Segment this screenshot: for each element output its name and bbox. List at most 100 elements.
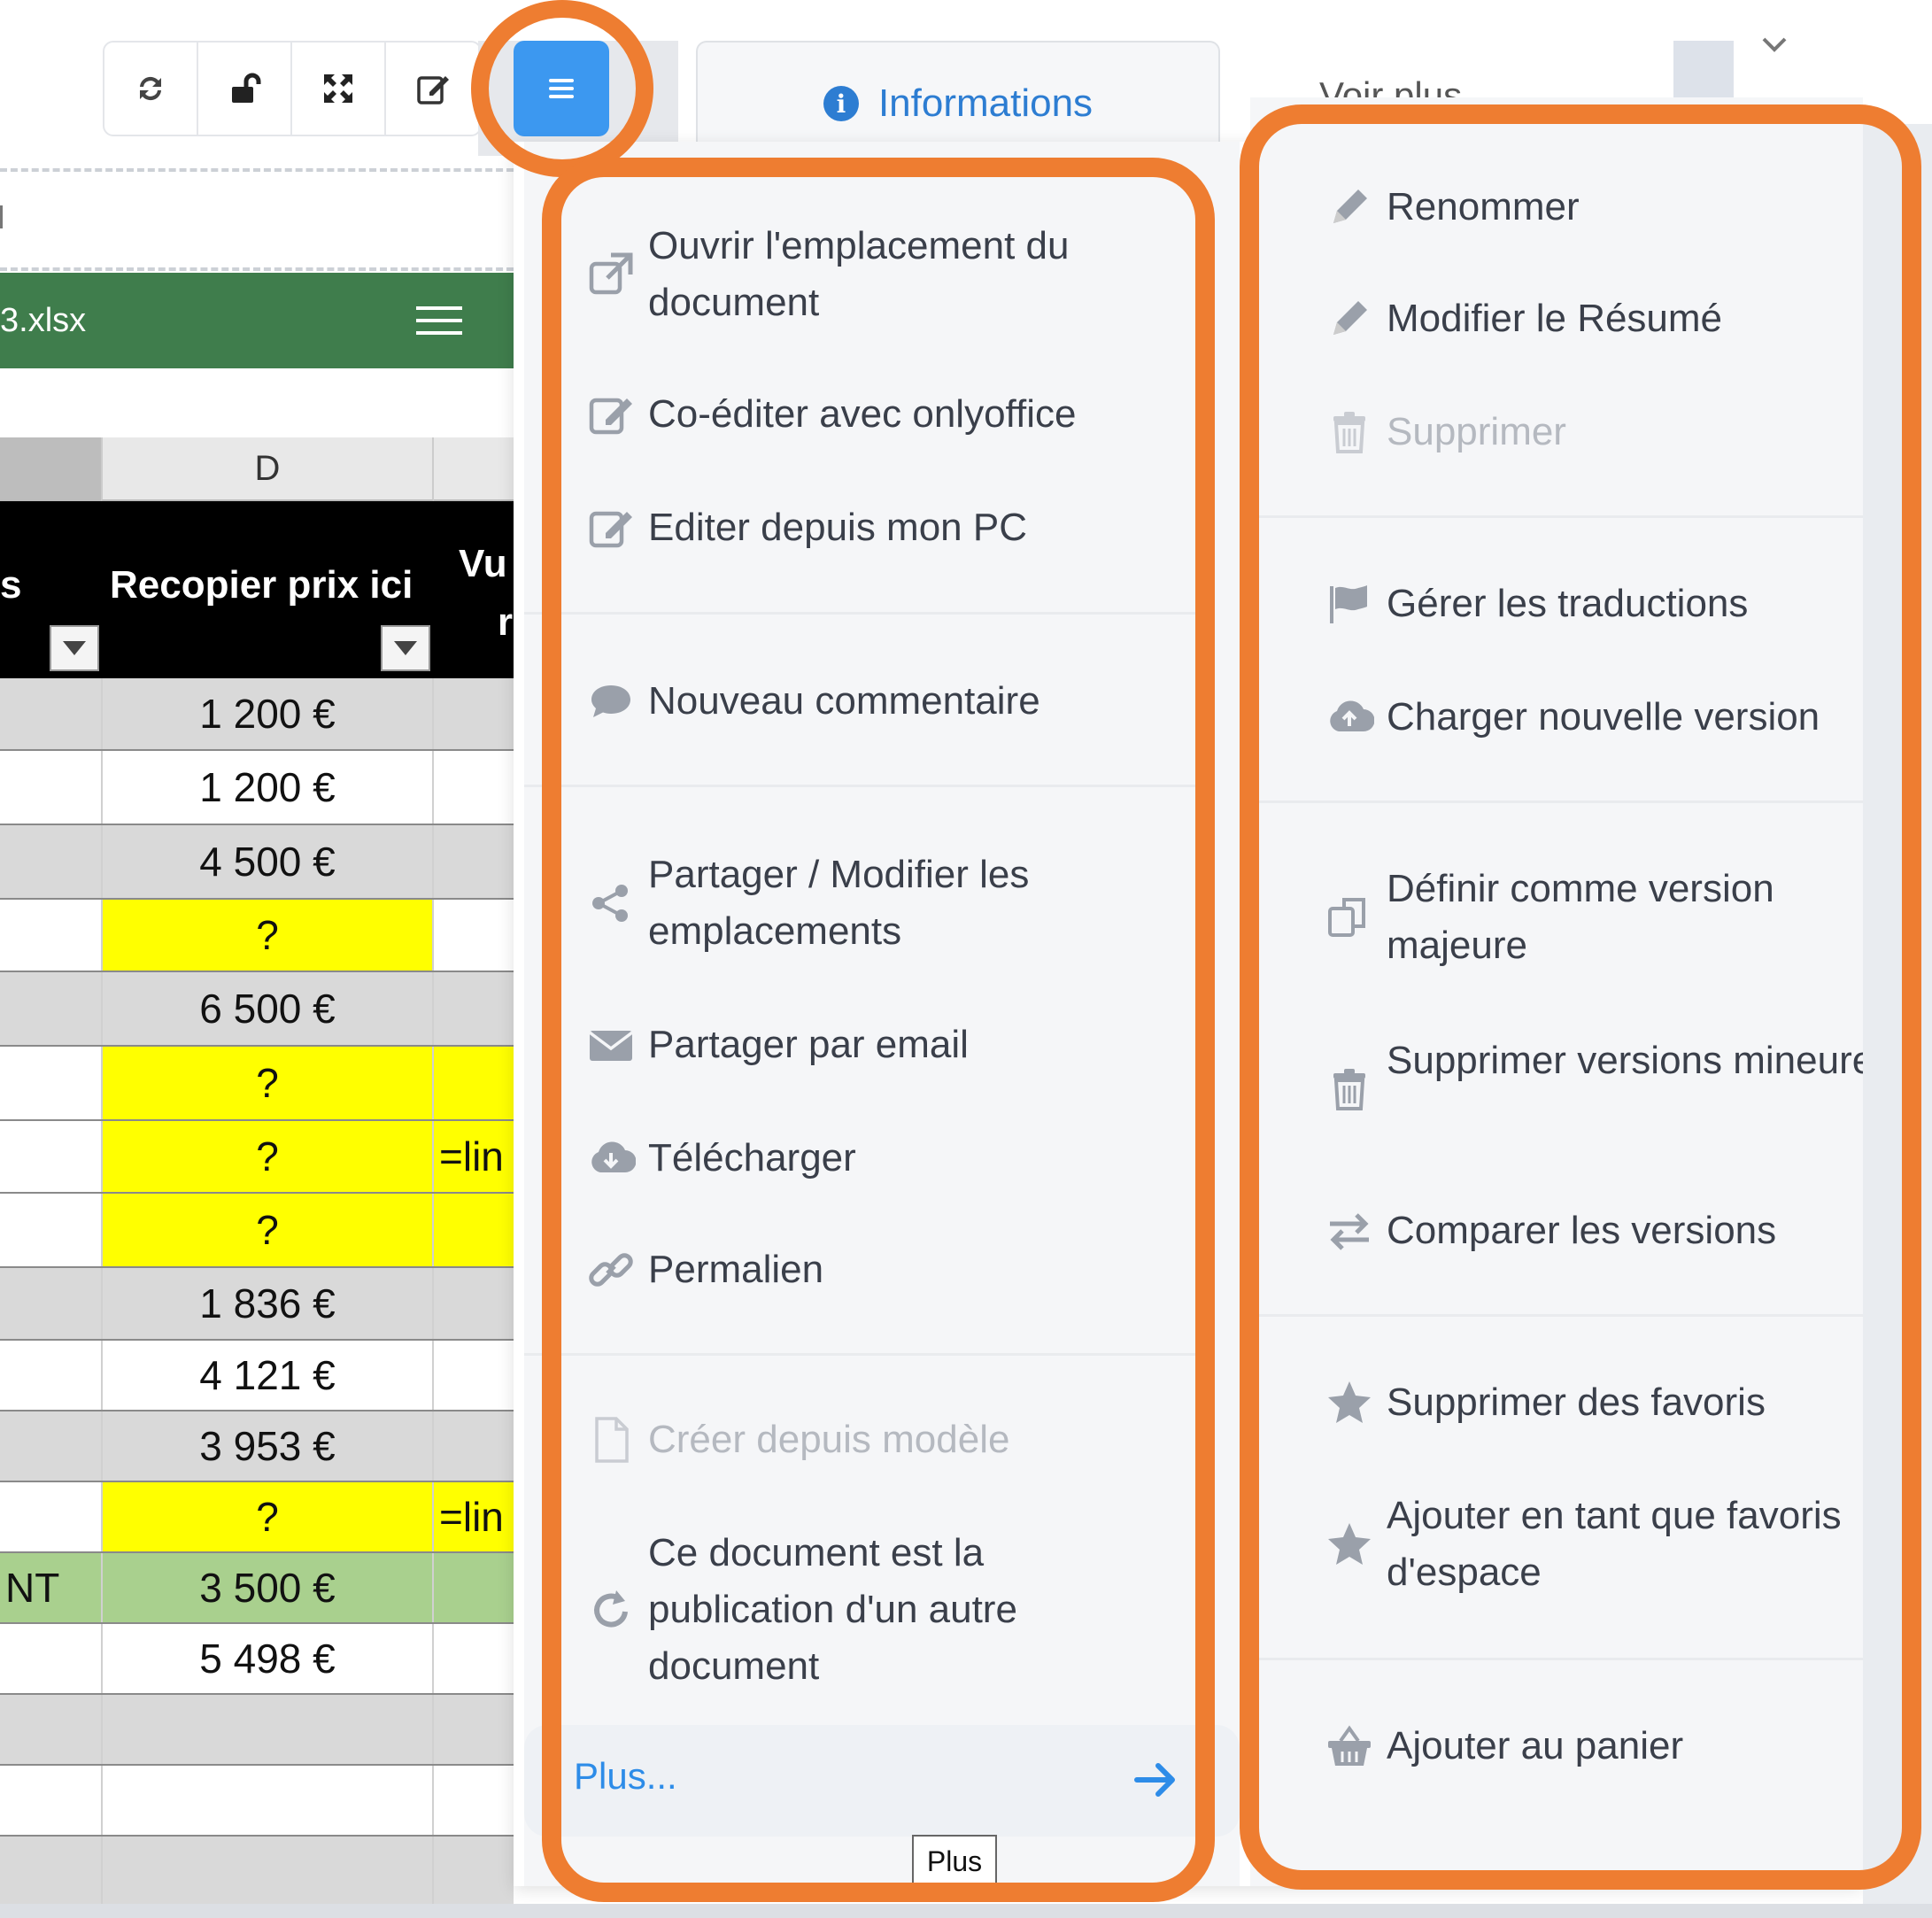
fullscreen-button[interactable]	[292, 43, 386, 135]
table-row: 1 200 €	[0, 751, 514, 825]
table-cell[interactable]	[101, 1766, 434, 1835]
table-cell[interactable]: 5 498 €	[101, 1624, 434, 1693]
table-cell[interactable]: ?	[101, 1482, 434, 1551]
table-cell[interactable]	[0, 900, 101, 971]
table-cell[interactable]	[0, 1766, 101, 1835]
table-cell[interactable]	[434, 825, 514, 898]
table-cell[interactable]	[434, 900, 514, 971]
header-fragment: s	[0, 563, 22, 607]
document-toolbar	[103, 41, 482, 136]
table-cell[interactable]: 1 200 €	[101, 751, 434, 824]
table-cell[interactable]	[0, 1482, 101, 1551]
table-row: ? =lin	[0, 1121, 514, 1194]
column-header-e[interactable]	[434, 437, 514, 501]
spreadsheet-title-bar: 3.xlsx	[0, 273, 514, 368]
table-cell[interactable]: ?	[101, 1047, 434, 1119]
table-cell[interactable]	[434, 1766, 514, 1835]
divider	[0, 267, 514, 271]
highlight-right-menu	[1240, 104, 1921, 1890]
table-cell[interactable]: NT	[0, 1553, 101, 1622]
table-cell[interactable]	[434, 1695, 514, 1764]
table-cell[interactable]	[0, 1121, 101, 1192]
table-cell[interactable]	[434, 1047, 514, 1119]
table-cell[interactable]	[434, 1837, 514, 1906]
refresh-icon	[140, 76, 161, 101]
table-row: ?	[0, 1047, 514, 1121]
table-row: ?	[0, 900, 514, 972]
table-cell[interactable]: 1 200 €	[101, 678, 434, 749]
table-row: 4 500 €	[0, 825, 514, 900]
header-fragment-e2: r	[498, 600, 514, 644]
table-row	[0, 1837, 514, 1907]
table-cell[interactable]	[0, 678, 101, 749]
table-cell[interactable]	[0, 1047, 101, 1119]
table-row	[0, 1766, 514, 1837]
table-cell[interactable]: 4 500 €	[101, 825, 434, 898]
table-row: 6 500 €	[0, 972, 514, 1047]
table-row: 4 121 €	[0, 1341, 514, 1411]
edit-button[interactable]	[386, 43, 480, 135]
table-cell[interactable]	[0, 1268, 101, 1339]
unlock-button[interactable]	[198, 43, 292, 135]
table-row: ? =lin	[0, 1482, 514, 1553]
top-bar	[0, 0, 1932, 41]
table-cell[interactable]: =lin	[434, 1121, 514, 1192]
menu-icon[interactable]	[416, 305, 462, 336]
header-fragment-e: Vu	[459, 542, 507, 585]
table-row: 1 836 €	[0, 1268, 514, 1341]
chevron-down-icon[interactable]	[1757, 27, 1792, 62]
refresh-button[interactable]	[104, 43, 198, 135]
table-cell[interactable]	[0, 1411, 101, 1481]
table-row: ?	[0, 1194, 514, 1268]
column-header-d[interactable]: D	[101, 437, 434, 501]
table-cell[interactable]	[434, 1341, 514, 1410]
file-name: 3.xlsx	[0, 301, 87, 339]
table-cell[interactable]	[0, 1695, 101, 1764]
table-cell[interactable]	[0, 1624, 101, 1693]
filter-dropdown-button[interactable]	[50, 625, 99, 671]
table-cell[interactable]: ?	[101, 900, 434, 971]
table-cell[interactable]	[434, 1624, 514, 1693]
table-cell[interactable]: =lin	[434, 1482, 514, 1551]
table-cell[interactable]	[434, 1411, 514, 1481]
column-header-c[interactable]	[0, 437, 101, 501]
unlock-icon	[232, 73, 261, 103]
table-cell[interactable]	[0, 1837, 101, 1906]
table-cell[interactable]	[101, 1837, 434, 1906]
table-cell[interactable]	[0, 972, 101, 1045]
caret-down-icon	[63, 641, 86, 655]
table-cell[interactable]	[434, 1553, 514, 1622]
table-cell[interactable]: 3 953 €	[101, 1411, 434, 1481]
tab-informations-label: Informations	[877, 81, 1094, 125]
table-row: NT 3 500 €	[0, 1553, 514, 1624]
table-cell[interactable]	[434, 1194, 514, 1266]
info-icon: i	[823, 86, 859, 121]
table-cell[interactable]	[0, 825, 101, 898]
table-cell[interactable]: 6 500 €	[101, 972, 434, 1045]
table-row: 3 953 €	[0, 1411, 514, 1482]
highlight-left-menu	[542, 158, 1215, 1902]
header-recopier-prix: Recopier prix ici	[110, 563, 413, 607]
table-row: 1 200 €	[0, 678, 514, 751]
table-header-row: s Recopier prix ici Vu r	[0, 501, 514, 678]
table-row	[0, 1695, 514, 1766]
filter-dropdown-button[interactable]	[381, 625, 430, 671]
table-cell[interactable]: ?	[101, 1194, 434, 1266]
table-cell[interactable]: 4 121 €	[101, 1341, 434, 1410]
table-cell[interactable]	[434, 678, 514, 749]
page-bottom-edge	[0, 1904, 1932, 1918]
fullscreen-icon	[324, 74, 352, 103]
table-row: 5 498 €	[0, 1624, 514, 1695]
table-cell[interactable]	[434, 1268, 514, 1339]
table-cell[interactable]: ?	[101, 1121, 434, 1192]
table-cell[interactable]	[434, 972, 514, 1045]
table-cell[interactable]	[0, 751, 101, 824]
edit-icon	[417, 76, 449, 104]
table-cell[interactable]	[101, 1695, 434, 1764]
divider	[0, 168, 514, 172]
table-cell[interactable]	[0, 1341, 101, 1410]
table-cell[interactable]	[434, 751, 514, 824]
table-cell[interactable]: 1 836 €	[101, 1268, 434, 1339]
table-cell[interactable]	[0, 1194, 101, 1266]
table-cell[interactable]: 3 500 €	[101, 1553, 434, 1622]
